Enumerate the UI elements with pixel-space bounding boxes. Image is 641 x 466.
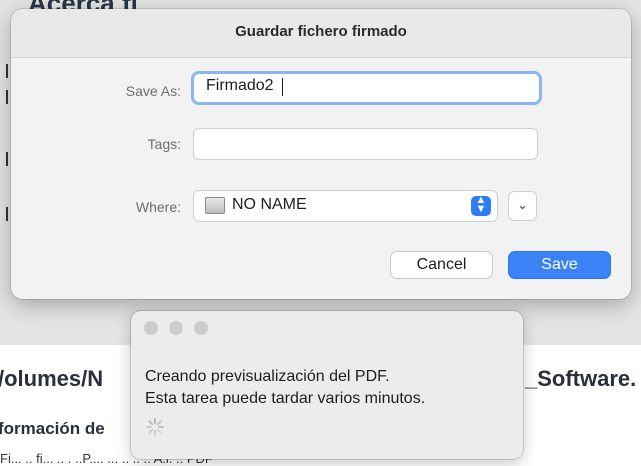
- background-text-fragment: [6, 90, 8, 104]
- progress-message-line1: Creando previsualización del PDF.: [145, 368, 390, 385]
- save-as-input[interactable]: Firmado2: [191, 71, 542, 105]
- save-button[interactable]: Save: [508, 251, 611, 279]
- up-down-chevron-icon: ▲ ▼: [471, 195, 491, 216]
- save-as-label: Save As:: [125, 83, 181, 99]
- background-text-fragment: [6, 207, 8, 221]
- where-select[interactable]: NO NAME ▲ ▼: [193, 190, 498, 222]
- background-text-fragment: [6, 152, 8, 166]
- save-as-value: Firmado2: [206, 77, 274, 94]
- close-window-button[interactable]: [144, 321, 158, 335]
- loading-spinner-icon: [146, 418, 164, 436]
- expand-browser-button[interactable]: ⌄: [508, 191, 537, 221]
- background-path-text-right: _Software.: [525, 366, 637, 391]
- zoom-window-button[interactable]: [194, 321, 208, 335]
- chevron-down-icon: ⌄: [517, 198, 528, 212]
- tags-input[interactable]: [193, 128, 538, 160]
- tags-label: Tags:: [147, 136, 181, 152]
- dialog-title: Guardar fichero firmado: [235, 23, 407, 40]
- dialog-titlebar: Guardar fichero firmado: [11, 9, 631, 58]
- dialog-body: Save As: Firmado2 Tags: Where: NO NAME ▲…: [11, 58, 631, 299]
- where-value: NO NAME: [232, 196, 307, 213]
- where-label: Where:: [135, 199, 181, 215]
- background-text-fragment: [6, 64, 8, 78]
- drive-icon: [205, 197, 225, 214]
- text-caret: [282, 78, 283, 96]
- cancel-button[interactable]: Cancel: [390, 251, 493, 279]
- background-subheading: formación de: [0, 419, 105, 438]
- minimize-window-button[interactable]: [169, 321, 183, 335]
- save-dialog: Guardar fichero firmado Save As: Firmado…: [11, 9, 631, 299]
- progress-popup: Creando previsualización del PDF. Esta t…: [131, 311, 523, 459]
- background-path-text: /olumes/N: [0, 366, 104, 391]
- progress-message-line2: Esta tarea puede tardar varios minutos.: [145, 390, 426, 407]
